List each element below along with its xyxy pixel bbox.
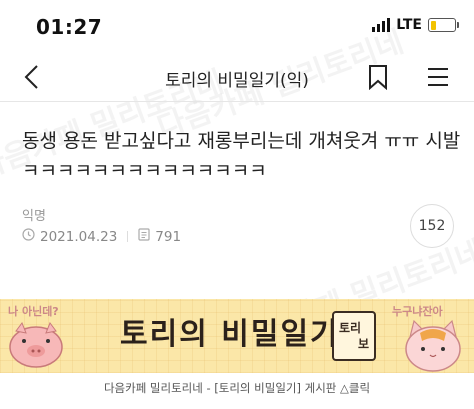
document-icon [138,228,150,245]
post-title: 동생 용돈 받고싶다고 재롱부리는데 개쳐웃겨 ㅠㅠ 시발 ㅋㅋㅋㅋㅋㅋㅋㅋㅋㅋ… [22,130,461,182]
banner-caption-link[interactable]: 다음카페 밀리토리네 - [토리의 비밀일기] 게시판 △클릭 [0,380,474,396]
nav-bar: 토리의 비밀일기(익) [0,52,474,102]
pig-character-icon [9,321,63,368]
bookmark-button[interactable] [366,64,390,91]
post-author: 익명 [22,209,46,224]
network-label: LTE [396,17,422,33]
clock-icon [22,228,35,245]
stamp-text: 보 [358,337,370,351]
hamburger-menu-icon [428,68,448,86]
bookmark-icon [369,65,387,91]
comment-count-button[interactable]: 152 [410,204,454,248]
cafe-banner[interactable]: 나 아닌데? 토리의 비밀일기 토리 보 누구냐잔아 [0,299,474,373]
stamp-text: 토리 [339,321,362,335]
post-date: 2021.04.23 [40,228,118,245]
status-indicators: LTE [372,17,459,33]
page-title: 토리의 비밀일기(익) [165,71,309,91]
post-views: 791 [155,228,182,245]
battery-icon [428,18,459,32]
cat-character-icon [405,319,461,372]
status-time: 01:27 [36,15,103,39]
banner-title: 토리의 비밀일기 [120,317,340,352]
battery-level [430,20,437,30]
post-meta: 2021.04.23 791 [22,228,181,245]
signal-icon [372,18,391,32]
menu-button[interactable] [426,66,450,88]
divider [127,231,129,242]
banner-stamp: 토리 보 [332,311,376,361]
status-bar: 01:27 LTE [0,0,474,52]
